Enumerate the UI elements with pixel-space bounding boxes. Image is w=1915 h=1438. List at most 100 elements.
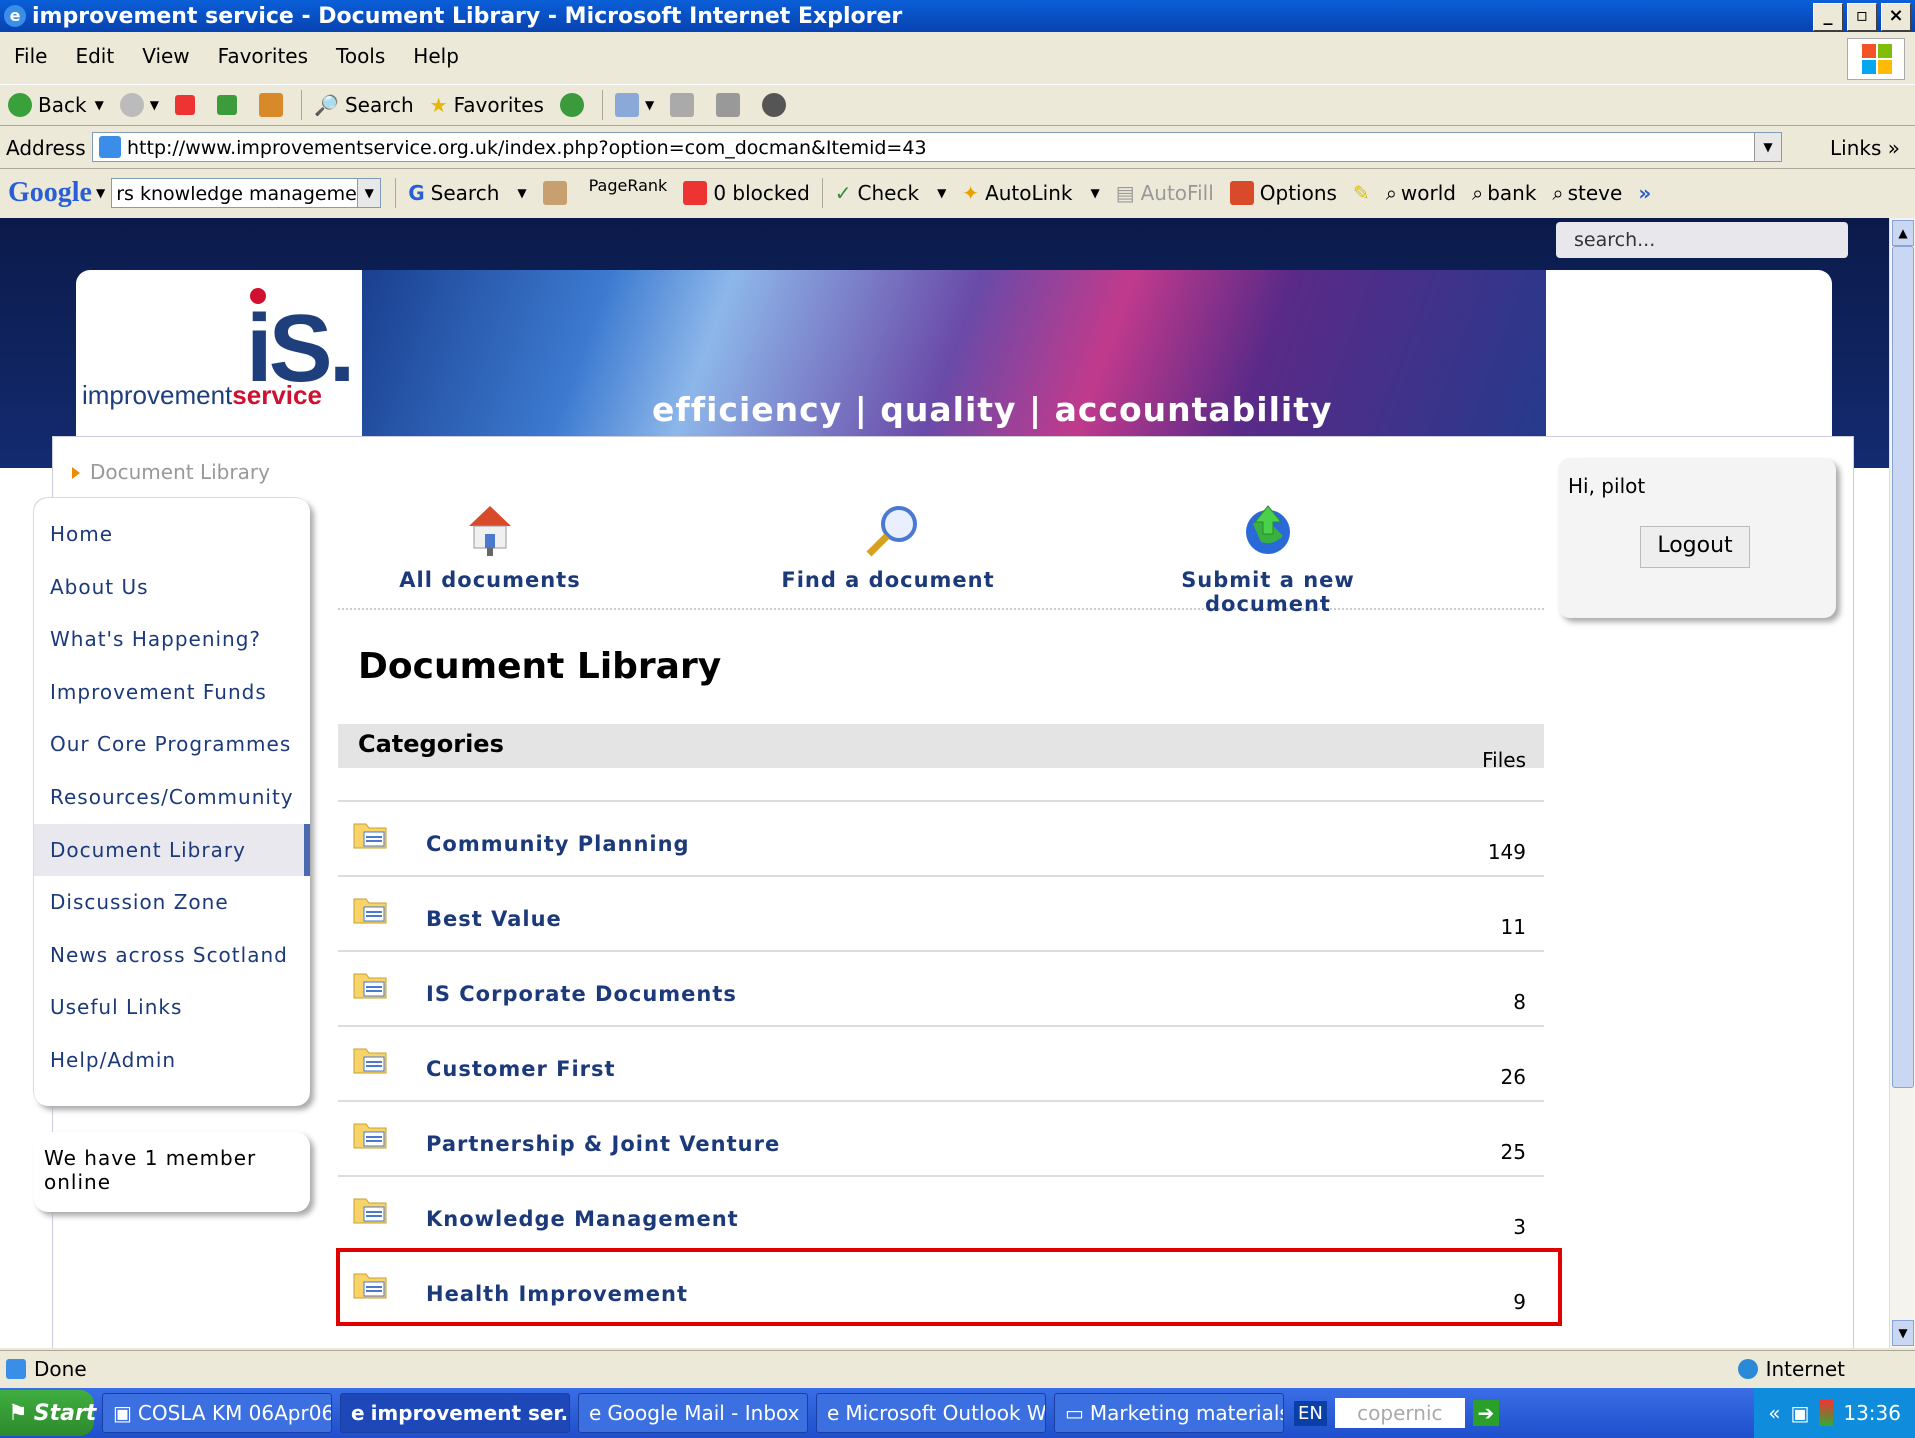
links-button[interactable]: Links » [1830, 136, 1900, 160]
refresh-button[interactable] [217, 95, 243, 115]
close-button[interactable]: × [1881, 3, 1911, 31]
category-row[interactable]: Community Planning 149 [338, 800, 1544, 877]
task-cosla-km[interactable]: ▣COSLA KM 06Apr06.... [102, 1393, 332, 1433]
nav-about-us[interactable]: About Us [34, 561, 310, 614]
menu-help[interactable]: Help [399, 44, 473, 68]
task-outlook-web[interactable]: e Microsoft Outlook W... [816, 1393, 1046, 1433]
breadcrumb[interactable]: Document Library [72, 460, 270, 484]
autolink-button[interactable]: ✦ AutoLink ▼ [962, 181, 1099, 205]
history-button[interactable] [559, 93, 590, 117]
messenger-icon [762, 93, 787, 117]
home-button[interactable] [259, 93, 289, 117]
autofill-button[interactable]: ▤ AutoFill [1116, 181, 1214, 205]
address-input[interactable]: http://www.improvementservice.org.uk/ind… [92, 132, 1782, 162]
page-status-icon [6, 1359, 26, 1379]
files-column-header: Files [1482, 748, 1526, 772]
volume-meter-icon[interactable] [1819, 1400, 1834, 1426]
all-documents-link[interactable]: All documents [390, 502, 590, 592]
category-row[interactable]: Knowledge Management 3 [338, 1175, 1544, 1252]
favorites-button[interactable]: ★ Favorites [430, 93, 544, 117]
nav-help-admin[interactable]: Help/Admin [34, 1034, 310, 1087]
back-button[interactable]: Back ▼ [8, 93, 104, 117]
print-button[interactable] [670, 93, 700, 117]
popup-blocker-button[interactable]: 0 blocked [683, 181, 810, 205]
folder-icon [353, 973, 387, 999]
google-search-button[interactable]: G Search ▼ [408, 181, 526, 205]
category-row[interactable]: Best Value 11 [338, 875, 1544, 952]
stop-button[interactable] [175, 95, 201, 115]
address-dropdown-button[interactable]: ▼ [1754, 133, 1781, 161]
network-icon[interactable]: ▣ [1790, 1401, 1809, 1425]
messenger-button[interactable] [762, 93, 792, 117]
autofill-icon: ▤ [1115, 181, 1135, 205]
copernic-search-input[interactable]: copernic [1334, 1398, 1465, 1428]
site-banner: iS. improvementservice efficiency | qual… [76, 270, 1832, 436]
nav-whats-happening[interactable]: What's Happening? [34, 613, 310, 666]
task-marketing-materials[interactable]: ▭Marketing materials s... [1054, 1393, 1284, 1433]
find-document-link[interactable]: Find a document [768, 502, 1008, 592]
google-query-dropdown[interactable]: ▼ [357, 179, 381, 207]
category-name[interactable]: Community Planning [426, 832, 690, 856]
category-file-count: 25 [1500, 1140, 1526, 1164]
nav-home[interactable]: Home [34, 508, 310, 561]
vertical-scrollbar[interactable]: ▲ ▼ [1889, 218, 1915, 1348]
menu-edit[interactable]: Edit [61, 44, 128, 68]
nav-core-programmes[interactable]: Our Core Programmes [34, 718, 310, 771]
google-logo[interactable]: Google [8, 177, 92, 209]
category-name[interactable]: Knowledge Management [426, 1207, 739, 1231]
google-toolbar: Google ▼ rs knowledge management ▼ G Searc… [0, 172, 1915, 214]
forward-button[interactable]: ▼ [119, 93, 159, 117]
google-search-input[interactable]: rs knowledge management ▼ [111, 178, 382, 208]
category-name[interactable]: Best Value [426, 907, 562, 931]
google-menu-arrow-icon[interactable]: ▼ [96, 186, 105, 200]
word-find-steve[interactable]: ⌕ steve [1552, 181, 1622, 205]
nav-resources-community[interactable]: Resources/Community [34, 771, 310, 824]
word-find-bank[interactable]: ⌕ bank [1472, 181, 1536, 205]
tray-expand-icon[interactable]: « [1768, 1401, 1780, 1425]
start-button[interactable]: ⚑ Start [0, 1390, 96, 1436]
nav-document-library[interactable]: Document Library [34, 823, 310, 877]
user-greeting: Hi, pilot [1568, 474, 1646, 498]
go-arrow-icon[interactable]: ➔ [1472, 1400, 1499, 1426]
restore-button[interactable]: ▫ [1847, 3, 1877, 31]
scroll-down-button[interactable]: ▼ [1892, 1320, 1914, 1346]
category-file-count: 26 [1500, 1065, 1526, 1089]
nav-improvement-funds[interactable]: Improvement Funds [34, 666, 310, 719]
folder-icon [353, 1123, 387, 1149]
more-chevron-icon[interactable]: » [1638, 181, 1651, 205]
nav-discussion-zone[interactable]: Discussion Zone [34, 876, 310, 929]
minimize-button[interactable]: _ [1813, 3, 1843, 31]
task-improvement-service[interactable]: e improvement ser... [340, 1393, 570, 1433]
clock[interactable]: 13:36 [1843, 1401, 1901, 1425]
site-search-input[interactable]: search... [1556, 222, 1848, 258]
news-button[interactable] [542, 181, 573, 205]
standard-toolbar: Back ▼ ▼ 🔎 Search ★ Favorites ▼ [0, 84, 1915, 126]
edit-button[interactable] [716, 93, 746, 117]
logout-button[interactable]: Logout [1640, 526, 1750, 568]
category-name[interactable]: Partnership & Joint Venture [426, 1132, 780, 1156]
options-button[interactable]: Options [1229, 181, 1337, 205]
category-row[interactable]: IS Corporate Documents 8 [338, 950, 1544, 1027]
nav-useful-links[interactable]: Useful Links [34, 981, 310, 1034]
language-indicator[interactable]: EN [1294, 1400, 1327, 1426]
category-row[interactable]: Customer First 26 [338, 1025, 1544, 1102]
menu-file[interactable]: File [0, 44, 61, 68]
nav-news-scotland[interactable]: News across Scotland [34, 929, 310, 982]
task-google-mail[interactable]: eGoogle Mail - Inbox (... [578, 1393, 808, 1433]
category-row[interactable]: Partnership & Joint Venture 25 [338, 1100, 1544, 1177]
scroll-up-button[interactable]: ▲ [1892, 220, 1914, 246]
category-name[interactable]: Customer First [426, 1057, 616, 1081]
scroll-thumb[interactable] [1892, 246, 1914, 1088]
menu-view[interactable]: View [128, 44, 203, 68]
site-logo[interactable]: iS. improvementservice [76, 270, 362, 436]
menu-favorites[interactable]: Favorites [204, 44, 322, 68]
category-name[interactable]: IS Corporate Documents [426, 982, 737, 1006]
word-find-world[interactable]: ⌕ world [1386, 181, 1456, 205]
spell-check-button[interactable]: ✓ Check ▼ [835, 181, 947, 205]
highlight-button[interactable]: ✎ [1353, 181, 1370, 205]
menu-tools[interactable]: Tools [322, 44, 399, 68]
search-button[interactable]: 🔎 Search [314, 93, 414, 117]
submit-document-link[interactable]: Submit a new document [1118, 502, 1418, 616]
security-zone: Internet [1737, 1357, 1845, 1381]
mail-button[interactable]: ▼ [614, 93, 654, 117]
